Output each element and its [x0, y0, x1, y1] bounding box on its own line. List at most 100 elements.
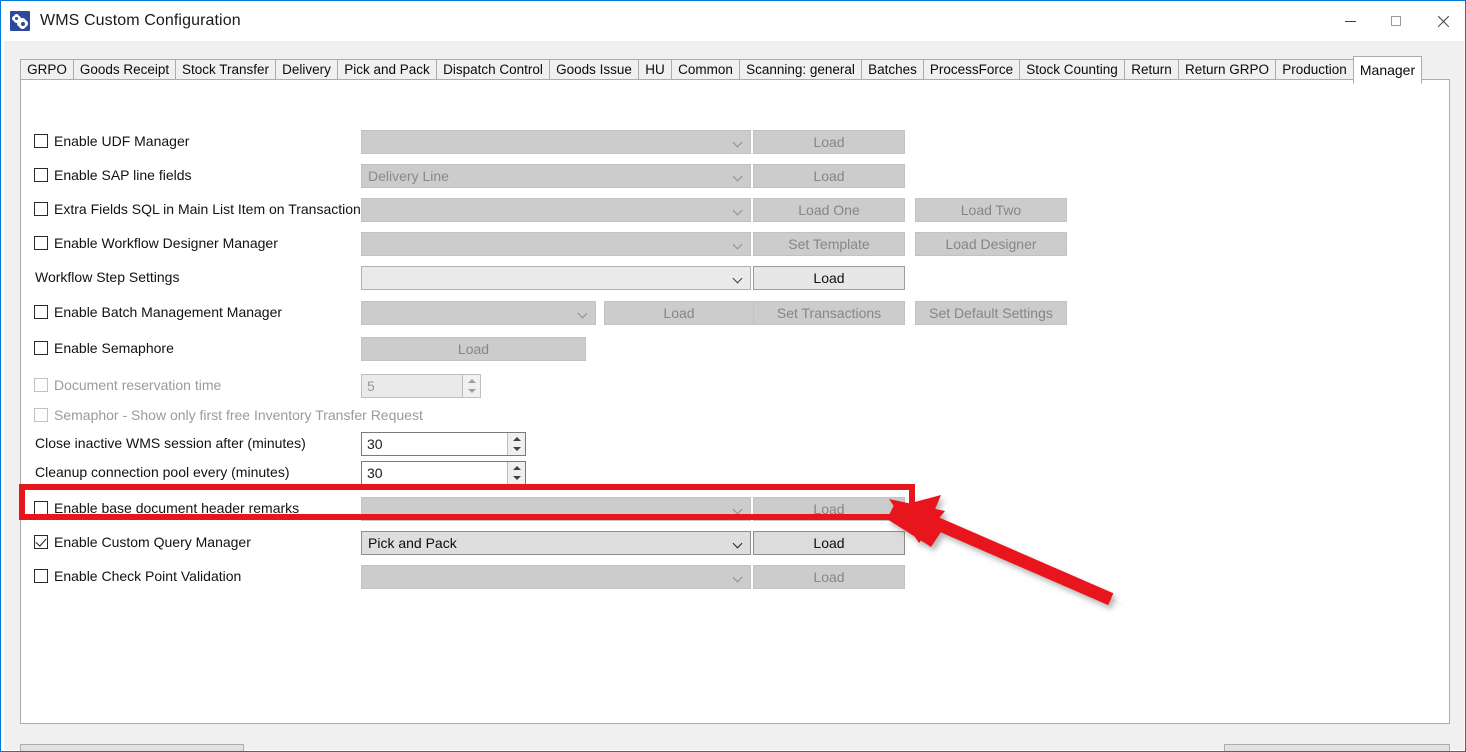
- checkbox-enable-semaphore[interactable]: [34, 341, 48, 355]
- spinner-stepper-close-inactive-wms-session-after-minutes[interactable]: [507, 433, 525, 455]
- form-row-workflow-step-settings: Workflow Step Settings Load: [21, 264, 1449, 292]
- maximize-button[interactable]: [1373, 1, 1419, 41]
- spinner-value-document-reservation-time: 5: [367, 378, 375, 394]
- stepper-up-icon[interactable]: [513, 466, 521, 470]
- checkbox-enable-base-document-header-remarks[interactable]: [34, 501, 48, 515]
- close-window-button[interactable]: [1419, 1, 1465, 41]
- label-cleanup-connection-pool-every-minutes: Cleanup connection pool every (minutes): [35, 462, 289, 482]
- checkbox-enable-udf-manager[interactable]: [34, 134, 48, 148]
- chevron-down-icon: [734, 506, 742, 514]
- spinner-close-inactive-wms-session-after-minutes[interactable]: 30: [361, 432, 526, 456]
- label-enable-batch-management-manager: Enable Batch Management Manager: [54, 302, 282, 322]
- tab-manager[interactable]: Manager: [1353, 56, 1422, 84]
- tab-dispatch-control[interactable]: Dispatch Control: [436, 59, 550, 80]
- checkbox-extra-fields-sql-in-main-list-item-on-transaction[interactable]: [34, 202, 48, 216]
- button-extra-fields-sql-in-main-list-item-on-transaction-load-two[interactable]: Load Two: [915, 198, 1067, 222]
- chevron-down-icon: [734, 173, 742, 181]
- button-enable-workflow-designer-manager-load-designer[interactable]: Load Designer: [915, 232, 1067, 256]
- button-enable-base-document-header-remarks-load[interactable]: Load: [753, 497, 905, 521]
- gears-icon: [10, 11, 30, 31]
- button-enable-batch-management-manager-set-transactions[interactable]: Set Transactions: [753, 301, 905, 325]
- stepper-up-icon[interactable]: [468, 379, 476, 383]
- checkbox-enable-check-point-validation[interactable]: [34, 569, 48, 583]
- button-enable-check-point-validation-load[interactable]: Load: [753, 565, 905, 589]
- spinner-stepper-cleanup-connection-pool-every-minutes[interactable]: [507, 462, 525, 484]
- tab-production[interactable]: Production: [1275, 59, 1354, 80]
- close-button[interactable]: Close: [1224, 744, 1450, 752]
- combo-enable-custom-query-manager[interactable]: Pick and Pack: [361, 531, 751, 555]
- tab-scanning-general[interactable]: Scanning: general: [739, 59, 862, 80]
- tab-grpo[interactable]: GRPO: [20, 59, 74, 80]
- chevron-down-icon: [579, 310, 587, 318]
- tab-pick-and-pack[interactable]: Pick and Pack: [337, 59, 437, 80]
- combo-value-enable-sap-line-fields: Delivery Line: [368, 168, 449, 184]
- save-button[interactable]: Save: [20, 744, 244, 752]
- form-row-enable-batch-management-manager: Enable Batch Management Manager LoadSet T…: [21, 299, 1449, 327]
- label-enable-check-point-validation: Enable Check Point Validation: [54, 566, 241, 586]
- tab-processforce[interactable]: ProcessForce: [923, 59, 1020, 80]
- form-row-enable-sap-line-fields: Enable SAP line fieldsDelivery LineLoad: [21, 162, 1449, 190]
- tab-stock-counting[interactable]: Stock Counting: [1019, 59, 1125, 80]
- stepper-down-icon[interactable]: [468, 389, 476, 393]
- combo-enable-sap-line-fields[interactable]: Delivery Line: [361, 164, 751, 188]
- button-enable-workflow-designer-manager-set-template[interactable]: Set Template: [753, 232, 905, 256]
- close-icon: [1436, 15, 1449, 28]
- checkbox-document-reservation-time: [34, 378, 48, 392]
- tab-common[interactable]: Common: [671, 59, 740, 80]
- label-document-reservation-time: Document reservation time: [54, 375, 221, 395]
- combo-enable-check-point-validation[interactable]: [361, 565, 751, 589]
- form-row-enable-semaphore: Enable Semaphore Load: [21, 335, 1449, 363]
- spinner-stepper-document-reservation-time[interactable]: [462, 375, 480, 397]
- form-row-enable-udf-manager: Enable UDF ManagerLoad: [21, 128, 1449, 156]
- button-enable-batch-management-manager-set-default-settings[interactable]: Set Default Settings: [915, 301, 1067, 325]
- tab-stock-transfer[interactable]: Stock Transfer: [175, 59, 276, 80]
- checkbox-enable-workflow-designer-manager[interactable]: [34, 236, 48, 250]
- combo-enable-udf-manager[interactable]: [361, 130, 751, 154]
- checkbox-semaphor-show-only-first-free-inventory-transfer-request: [34, 408, 48, 422]
- tab-hu[interactable]: HU: [638, 59, 672, 80]
- spinner-cleanup-connection-pool-every-minutes[interactable]: 30: [361, 461, 526, 485]
- form-row-extra-fields-sql-in-main-list-item-on-transaction: Extra Fields SQL in Main List Item on Tr…: [21, 196, 1449, 224]
- form-row-enable-custom-query-manager: Enable Custom Query Manager Pick and Pack…: [21, 529, 1449, 557]
- window-title: WMS Custom Configuration: [40, 12, 241, 30]
- tab-batches[interactable]: Batches: [861, 59, 924, 80]
- button-enable-semaphore-load[interactable]: Load: [361, 337, 586, 361]
- form-row-enable-check-point-validation: Enable Check Point Validation Load: [21, 563, 1449, 591]
- button-workflow-step-settings-load[interactable]: Load: [753, 266, 905, 290]
- stepper-down-icon[interactable]: [513, 447, 521, 451]
- tab-return-grpo[interactable]: Return GRPO: [1178, 59, 1276, 80]
- combo-enable-workflow-designer-manager[interactable]: [361, 232, 751, 256]
- button-enable-custom-query-manager-load[interactable]: Load: [753, 531, 905, 555]
- form-row-cleanup-connection-pool-every-minutes: Cleanup connection pool every (minutes) 3…: [21, 459, 1449, 487]
- button-enable-sap-line-fields-load[interactable]: Load: [753, 164, 905, 188]
- combo-extra-fields-sql-in-main-list-item-on-transaction[interactable]: [361, 198, 751, 222]
- tab-goods-receipt[interactable]: Goods Receipt: [73, 59, 176, 80]
- minimize-button[interactable]: [1327, 1, 1373, 41]
- button-enable-batch-management-manager-load[interactable]: Load: [604, 301, 754, 325]
- label-workflow-step-settings: Workflow Step Settings: [35, 267, 179, 287]
- combo-enable-base-document-header-remarks[interactable]: [361, 497, 751, 521]
- tab-goods-issue[interactable]: Goods Issue: [549, 59, 639, 80]
- checkbox-enable-sap-line-fields[interactable]: [34, 168, 48, 182]
- checkbox-enable-custom-query-manager[interactable]: [34, 535, 48, 549]
- chevron-down-icon: [734, 241, 742, 249]
- combo-workflow-step-settings[interactable]: [361, 266, 751, 290]
- combo-enable-batch-management-manager[interactable]: [361, 301, 596, 325]
- button-enable-udf-manager-load[interactable]: Load: [753, 130, 905, 154]
- stepper-up-icon[interactable]: [513, 437, 521, 441]
- tab-delivery[interactable]: Delivery: [275, 59, 338, 80]
- checkbox-enable-batch-management-manager[interactable]: [34, 305, 48, 319]
- label-semaphor-show-only-first-free-inventory-transfer-request: Semaphor - Show only first free Inventor…: [54, 405, 423, 425]
- combo-value-enable-custom-query-manager: Pick and Pack: [368, 535, 457, 551]
- stepper-down-icon[interactable]: [513, 476, 521, 480]
- label-enable-semaphore: Enable Semaphore: [54, 338, 174, 358]
- tab-return[interactable]: Return: [1124, 59, 1179, 80]
- spinner-value-cleanup-connection-pool-every-minutes: 30: [367, 465, 383, 481]
- label-close-inactive-wms-session-after-minutes: Close inactive WMS session after (minute…: [35, 433, 306, 453]
- title-bar[interactable]: WMS Custom Configuration: [1, 1, 1465, 41]
- button-extra-fields-sql-in-main-list-item-on-transaction-load-one[interactable]: Load One: [753, 198, 905, 222]
- chevron-down-icon: [734, 540, 742, 548]
- form-row-enable-base-document-header-remarks: Enable base document header remarksLoad: [21, 495, 1449, 523]
- client-area: GRPOGoods ReceiptStock TransferDeliveryP…: [4, 41, 1464, 750]
- label-enable-custom-query-manager: Enable Custom Query Manager: [54, 532, 251, 552]
